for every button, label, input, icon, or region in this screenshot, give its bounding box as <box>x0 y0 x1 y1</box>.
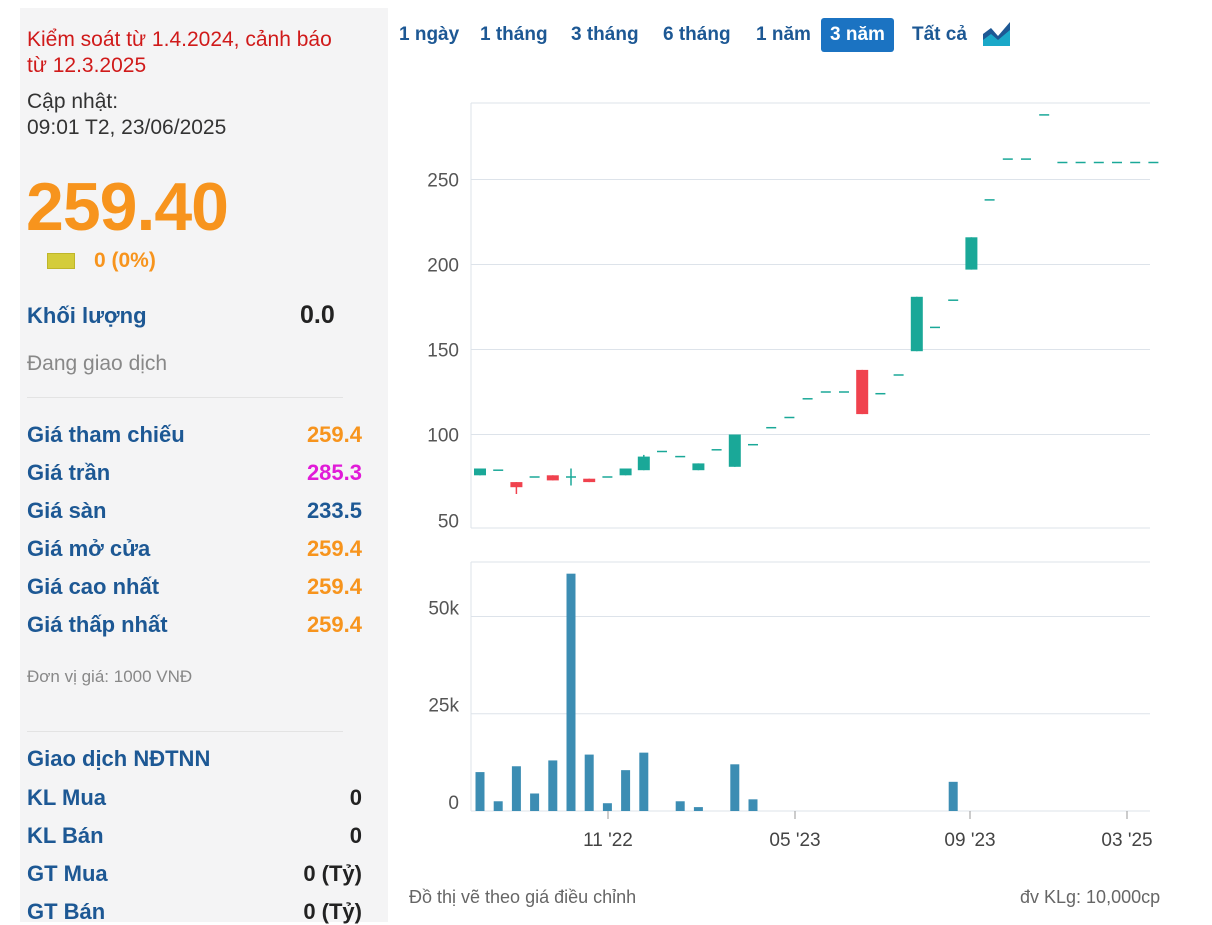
stat-value: 259.4 <box>306 422 362 447</box>
volume-bar <box>548 760 558 811</box>
stat-label: Giá trần <box>27 460 111 485</box>
volume-bar <box>693 807 703 811</box>
foreign-label: GT Mua <box>27 861 108 886</box>
candle-body <box>619 468 632 476</box>
stat-label: Giá thấp nhất <box>27 612 168 637</box>
stat-label: Giá cao nhất <box>27 574 160 599</box>
candle-body <box>546 475 559 481</box>
foreign-value: 0 (Tỷ) <box>303 861 362 886</box>
volume-bar <box>948 781 958 811</box>
candle-body <box>856 369 869 415</box>
volume-tick-label: 0 <box>448 793 459 814</box>
volume-bar <box>530 793 540 811</box>
tab-4[interactable]: 1 năm <box>747 18 820 52</box>
stat-label: Giá mở cửa <box>27 536 151 561</box>
stat-value: 233.5 <box>306 498 362 523</box>
stat-value: 259.4 <box>306 536 362 561</box>
volume-tick-label: 25k <box>428 696 459 717</box>
price-change: 0 (0%) <box>94 249 156 272</box>
volume-bar <box>730 764 740 811</box>
tab-6[interactable]: Tất cả <box>903 18 976 52</box>
price-unit: Đơn vị giá: 1000 VNĐ <box>27 667 193 686</box>
tab-2[interactable]: 3 tháng <box>562 18 648 52</box>
foreign-value: 0 (Tỷ) <box>303 899 362 924</box>
stat-label: Giá tham chiếu <box>27 422 185 447</box>
volume-bar <box>584 754 594 811</box>
no-change-icon <box>47 253 75 269</box>
volume-value: 0.0 <box>300 301 335 329</box>
tab-0[interactable]: 1 ngày <box>390 18 468 52</box>
x-tick-label: 03 '25 <box>1101 830 1152 851</box>
stat-value: 285.3 <box>306 460 362 485</box>
stat-value: 259.4 <box>306 574 362 599</box>
trading-status: Đang giao dịch <box>27 352 168 375</box>
candle-body <box>728 434 741 467</box>
price-tick-label: 200 <box>427 256 459 277</box>
foreign-value: 0 <box>349 785 362 810</box>
x-tick-label: 05 '23 <box>769 830 820 851</box>
price-tick-label: 50 <box>438 512 459 533</box>
candle-body <box>510 482 523 488</box>
candle-body <box>637 456 650 471</box>
area-chart-icon[interactable] <box>982 18 1012 48</box>
volume-bar <box>639 752 649 811</box>
volume-bar <box>675 801 685 811</box>
volume-bar <box>493 801 503 811</box>
x-tick-label: 09 '23 <box>944 830 995 851</box>
divider <box>27 397 343 398</box>
volume-bar <box>621 770 631 811</box>
candle-body <box>910 296 923 352</box>
foreign-value: 0 <box>349 823 362 848</box>
update-time: 09:01 T2, 23/06/2025 <box>27 116 227 139</box>
volume-label: Khối lượng <box>27 303 147 328</box>
update-label: Cập nhật: <box>27 90 119 113</box>
candle-body <box>583 478 596 483</box>
x-tick-label: 11 '22 <box>583 830 633 851</box>
volume-bar <box>511 766 521 811</box>
foreign-label: GT Bán <box>27 899 106 924</box>
volume-bar <box>748 799 758 811</box>
volume-bar <box>566 573 576 811</box>
stat-value: 259.4 <box>306 612 362 637</box>
tab-1[interactable]: 1 tháng <box>471 18 557 52</box>
volume-bar <box>475 772 485 811</box>
warning-text: Kiểm soát từ 1.4.2024, cảnh báo từ 12.3.… <box>27 28 332 77</box>
candle-body <box>474 468 486 476</box>
price-tick-label: 250 <box>427 171 459 192</box>
price-tick-label: 100 <box>427 426 459 447</box>
volume-bar <box>602 803 612 811</box>
current-price: 259.40 <box>26 169 229 245</box>
tab-5[interactable]: 3 năm <box>821 18 894 52</box>
divider <box>27 731 343 732</box>
foreign-label: KL Mua <box>27 785 107 810</box>
candle-body <box>965 237 978 270</box>
stat-label: Giá sàn <box>27 498 107 523</box>
tab-3[interactable]: 6 tháng <box>654 18 740 52</box>
volume-unit: đv KLg: 10,000cp <box>1020 887 1161 907</box>
volume-tick-label: 50k <box>428 598 459 619</box>
foreign-trading-title: Giao dịch NĐTNN <box>27 746 211 771</box>
chart-note: Đồ thị vẽ theo giá điều chỉnh <box>409 887 637 907</box>
candle-body <box>692 463 705 471</box>
foreign-label: KL Bán <box>27 823 104 848</box>
price-tick-label: 150 <box>427 341 459 362</box>
